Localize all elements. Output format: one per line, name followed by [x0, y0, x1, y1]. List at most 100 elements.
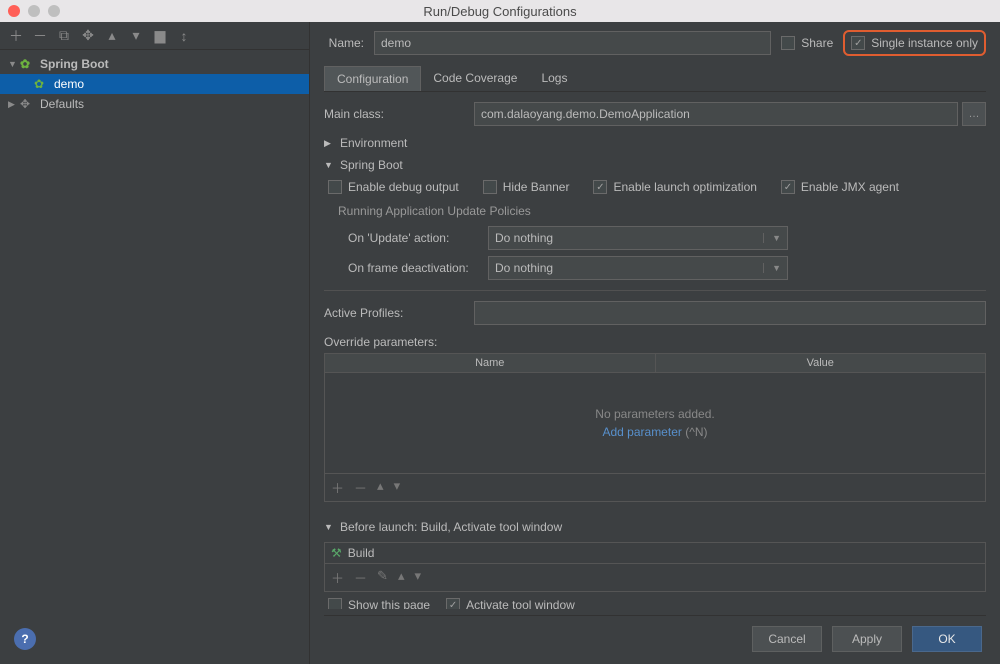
- dialog-buttons: Cancel Apply OK: [324, 615, 986, 664]
- chevron-down-icon: ▼: [763, 233, 781, 243]
- gear-icon: ✥: [20, 97, 36, 111]
- hammer-icon: ⚒: [331, 546, 342, 560]
- tab-configuration[interactable]: Configuration: [324, 66, 421, 91]
- window-minimize-button[interactable]: [28, 5, 40, 17]
- show-page-checkbox[interactable]: [328, 598, 342, 609]
- divider: [324, 290, 986, 291]
- before-launch-item[interactable]: ⚒ Build: [325, 543, 985, 563]
- up-icon[interactable]: ▴: [377, 478, 384, 497]
- tree-label: Defaults: [40, 97, 84, 111]
- single-instance-checkbox[interactable]: [851, 36, 865, 50]
- content-panel: Name: Share Single instance only Configu…: [310, 22, 1000, 664]
- active-profiles-input[interactable]: [474, 301, 986, 325]
- ok-button[interactable]: OK: [912, 626, 982, 652]
- on-frame-value: Do nothing: [495, 261, 553, 275]
- remove-icon[interactable]: －: [354, 478, 367, 497]
- tree-label: demo: [54, 77, 84, 91]
- apply-button[interactable]: Apply: [832, 626, 902, 652]
- activate-tool-checkbox[interactable]: [446, 598, 460, 609]
- folder-icon[interactable]: ▆: [152, 28, 168, 44]
- add-icon[interactable]: ＋: [8, 28, 24, 44]
- tree-item-demo[interactable]: ✿ demo: [0, 74, 309, 94]
- show-page-label: Show this page: [348, 598, 430, 609]
- tree-label: Spring Boot: [40, 57, 109, 71]
- tree-item-spring-boot[interactable]: ▼ ✿ Spring Boot: [0, 54, 309, 74]
- config-tree: ▼ ✿ Spring Boot ✿ demo ▶ ✥ Defaults: [0, 50, 309, 664]
- help-button[interactable]: ?: [14, 628, 36, 650]
- enable-launch-opt-checkbox[interactable]: [593, 180, 607, 194]
- add-icon[interactable]: ＋: [331, 568, 344, 587]
- down-icon[interactable]: ▾: [394, 478, 401, 497]
- no-params-text: No parameters added.: [595, 407, 714, 421]
- spring-boot-label: Spring Boot: [340, 158, 403, 172]
- copy-icon[interactable]: ⧉: [56, 28, 72, 44]
- down-icon[interactable]: ▾: [414, 568, 421, 587]
- up-icon[interactable]: ▴: [398, 568, 405, 587]
- add-icon[interactable]: ＋: [331, 478, 344, 497]
- edit-icon[interactable]: ✎: [377, 568, 388, 587]
- titlebar: Run/Debug Configurations: [0, 0, 1000, 22]
- window-close-button[interactable]: [8, 5, 20, 17]
- main-class-input[interactable]: [474, 102, 958, 126]
- params-toolbar: ＋ － ▴ ▾: [325, 473, 985, 501]
- up-icon[interactable]: ▴: [104, 28, 120, 44]
- tree-item-defaults[interactable]: ▶ ✥ Defaults: [0, 94, 309, 114]
- enable-launch-opt-label: Enable launch optimization: [613, 180, 756, 194]
- single-instance-label: Single instance only: [871, 36, 978, 50]
- params-header-name: Name: [325, 354, 656, 372]
- cancel-button[interactable]: Cancel: [752, 626, 822, 652]
- sidebar-toolbar: ＋ － ⧉ ✥ ▴ ▾ ▆ ↕: [0, 22, 309, 50]
- chevron-down-icon: ▼: [324, 160, 334, 170]
- on-frame-select[interactable]: Do nothing ▼: [488, 256, 788, 280]
- chevron-right-icon: ▶: [324, 138, 334, 149]
- share-label: Share: [801, 36, 833, 50]
- form-area: Main class: … ▶ Environment ▼ Spring Boo…: [324, 102, 986, 609]
- add-param-link[interactable]: Add parameter: [602, 425, 681, 439]
- tab-code-coverage[interactable]: Code Coverage: [421, 66, 529, 91]
- on-frame-label: On frame deactivation:: [348, 261, 488, 275]
- window-title: Run/Debug Configurations: [8, 4, 992, 19]
- enable-debug-label: Enable debug output: [348, 180, 459, 194]
- on-update-select[interactable]: Do nothing ▼: [488, 226, 788, 250]
- add-param-hint: (^N): [685, 425, 707, 439]
- on-update-value: Do nothing: [495, 231, 553, 245]
- spring-boot-section[interactable]: ▼ Spring Boot: [324, 158, 986, 172]
- chevron-down-icon: ▼: [324, 522, 334, 532]
- tabs: Configuration Code Coverage Logs: [324, 66, 986, 92]
- remove-icon[interactable]: －: [354, 568, 367, 587]
- settings-icon[interactable]: ✥: [80, 28, 96, 44]
- collapse-icon[interactable]: ↕: [176, 28, 192, 44]
- environment-section[interactable]: ▶ Environment: [324, 136, 986, 150]
- params-table: Name Value No parameters added. Add para…: [324, 353, 986, 502]
- single-instance-highlight: Single instance only: [843, 30, 986, 56]
- spring-icon: ✿: [20, 57, 36, 71]
- enable-debug-checkbox[interactable]: [328, 180, 342, 194]
- remove-icon[interactable]: －: [32, 28, 48, 44]
- chevron-down-icon: ▼: [763, 263, 781, 273]
- main-class-label: Main class:: [324, 107, 474, 121]
- chevron-down-icon: ▼: [8, 59, 20, 69]
- spring-icon: ✿: [34, 77, 50, 91]
- active-profiles-label: Active Profiles:: [324, 306, 474, 320]
- name-input[interactable]: [374, 31, 771, 55]
- build-label: Build: [348, 546, 375, 560]
- share-checkbox[interactable]: [781, 36, 795, 50]
- hide-banner-label: Hide Banner: [503, 180, 570, 194]
- before-launch-section[interactable]: ▼ Before launch: Build, Activate tool wi…: [324, 520, 986, 534]
- override-params-label: Override parameters:: [324, 335, 986, 349]
- chevron-right-icon: ▶: [8, 99, 20, 110]
- before-launch-toolbar: ＋ － ✎ ▴ ▾: [325, 563, 985, 591]
- before-launch-list: ⚒ Build ＋ － ✎ ▴ ▾: [324, 542, 986, 592]
- params-header-value: Value: [656, 354, 986, 372]
- update-policies-label: Running Application Update Policies: [338, 204, 986, 218]
- sidebar: ＋ － ⧉ ✥ ▴ ▾ ▆ ↕ ▼ ✿ Spring Boot ✿ demo ▶…: [0, 22, 310, 664]
- enable-jmx-checkbox[interactable]: [781, 180, 795, 194]
- window-zoom-button[interactable]: [48, 5, 60, 17]
- before-launch-label: Before launch: Build, Activate tool wind…: [340, 520, 562, 534]
- tab-logs[interactable]: Logs: [529, 66, 579, 91]
- enable-jmx-label: Enable JMX agent: [801, 180, 899, 194]
- hide-banner-checkbox[interactable]: [483, 180, 497, 194]
- name-label: Name:: [324, 36, 364, 50]
- down-icon[interactable]: ▾: [128, 28, 144, 44]
- browse-main-class-button[interactable]: …: [962, 102, 986, 126]
